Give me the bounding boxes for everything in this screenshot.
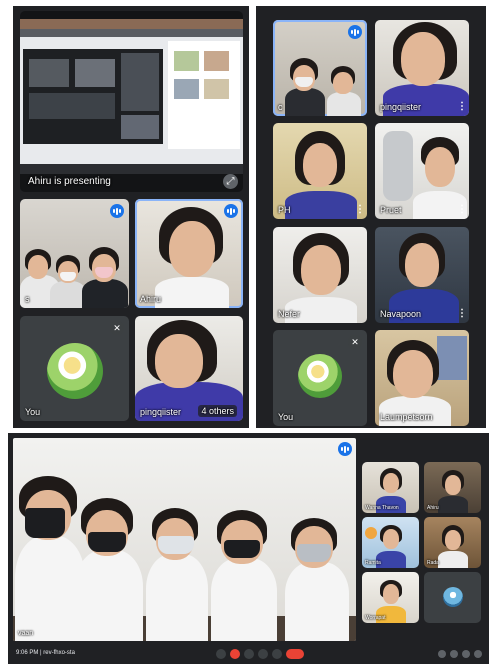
person	[285, 131, 357, 219]
thumbnail-tile[interactable]: Rada	[424, 517, 481, 568]
shared-document	[168, 41, 240, 149]
thumbnail-tile[interactable]: Worrapat	[362, 572, 419, 623]
participant-name: Pruet	[380, 205, 402, 215]
browser-tabbar	[20, 19, 243, 29]
participant-tile-laumpetsorn[interactable]: Laumpetsorn	[375, 330, 469, 426]
shared-taskbar	[20, 164, 243, 174]
person	[82, 247, 128, 308]
activities-button[interactable]	[474, 650, 482, 658]
participant-tile-nefer[interactable]: Nefer	[273, 227, 367, 323]
participant-name: You	[278, 412, 294, 422]
participant-tile-navapoon[interactable]: Navapoon ⋮	[375, 227, 469, 323]
participant-name: Navapoon	[380, 309, 422, 319]
present-button[interactable]	[258, 649, 268, 659]
thumbnail-tile-you[interactable]	[424, 572, 481, 623]
participant-name: Wanna Thavon	[365, 505, 399, 511]
participant-name: Ahiru	[140, 294, 162, 304]
presenter-label: Ahiru is presenting	[28, 176, 111, 187]
participant-name: Rada	[427, 560, 439, 566]
others-count[interactable]: 4 others	[198, 405, 237, 417]
control-bar: 9:06 PM | rev-fhxo-sta	[8, 644, 489, 664]
participant-tile-group[interactable]: s	[20, 199, 129, 308]
captions-button[interactable]	[244, 649, 254, 659]
person	[146, 508, 208, 641]
thumbnail-tile[interactable]: Ahiru	[424, 462, 481, 513]
participant-tile-pruet[interactable]: Pruet ⋮	[375, 123, 469, 219]
person	[327, 66, 361, 116]
speaking-indicator-icon	[338, 442, 352, 456]
participant-name: c	[278, 102, 283, 112]
more-options-icon[interactable]: ⋮	[457, 102, 467, 112]
participant-name: pingqiister	[140, 407, 182, 417]
more-options-icon[interactable]: ⋮	[457, 205, 467, 215]
camera-button[interactable]	[230, 649, 240, 659]
background-object	[383, 131, 413, 201]
shared-screen	[20, 19, 243, 174]
meeting-info: 9:06 PM | rev-fhxo-sta	[16, 650, 75, 656]
shared-video-window	[23, 49, 163, 144]
more-options-icon[interactable]: ⋮	[457, 309, 467, 319]
participant-name: Laumpetsorn	[380, 412, 433, 422]
mic-off-icon: ✕	[348, 335, 362, 349]
person	[75, 498, 143, 641]
end-call-icon[interactable]	[286, 649, 304, 659]
participant-name: Ramita	[365, 560, 381, 566]
browser-toolbar	[20, 29, 243, 37]
person	[149, 207, 233, 308]
participant-tile-ahiru[interactable]: Ahiru	[135, 199, 243, 308]
chat-button[interactable]	[462, 650, 470, 658]
participant-name: You	[25, 407, 41, 417]
participant-name: Nefer	[278, 309, 301, 319]
person	[438, 525, 468, 568]
person	[438, 470, 468, 513]
person	[211, 510, 277, 641]
participant-tile-you[interactable]: ✕ You	[20, 316, 129, 421]
person	[285, 58, 325, 116]
mic-off-icon: ✕	[110, 321, 124, 335]
avatar-icon	[47, 343, 103, 399]
main-video-tile[interactable]: vaan	[13, 438, 356, 641]
more-options-icon[interactable]: ⋮	[355, 205, 365, 215]
more-options-icon[interactable]	[272, 649, 282, 659]
participant-name: pingqiister	[380, 102, 422, 112]
avatar-icon	[443, 587, 463, 607]
participant-tile-ph[interactable]: PH ⋮	[273, 123, 367, 219]
participant-tile-c[interactable]: c	[273, 20, 367, 116]
meet-panel-top-right: c pingqiister ⋮ PH ⋮ Pruet ⋮ Nefer Navap…	[256, 6, 486, 428]
person	[50, 255, 86, 308]
avatar-icon	[298, 354, 342, 398]
sticker	[365, 527, 377, 539]
participant-name: vaan	[18, 630, 34, 637]
participant-name: PH	[278, 205, 291, 215]
speaking-indicator-icon	[348, 25, 362, 39]
thumbnail-tile[interactable]: Wanna Thavon	[362, 462, 419, 513]
participant-name: Ahiru	[427, 505, 439, 511]
participant-tile-you[interactable]: ✕ You	[273, 330, 367, 426]
person	[285, 518, 349, 641]
participant-name: Worrapat	[365, 615, 386, 621]
participant-name: s	[25, 294, 30, 304]
speaking-indicator-icon	[110, 204, 124, 218]
meet-panel-top-left: Ahiru is presenting ⤢ s Ahiru ✕ You ping…	[13, 6, 249, 428]
meet-panel-bottom: vaan Wanna Thavon Ahiru Ramita Rada Worr…	[8, 433, 489, 664]
presentation-tile[interactable]: Ahiru is presenting ⤢	[20, 11, 243, 192]
info-button[interactable]	[438, 650, 446, 658]
fullscreen-icon[interactable]: ⤢	[223, 174, 238, 189]
participant-tile-pingqiister[interactable]: pingqiister 4 others	[135, 316, 243, 421]
thumbnail-tile[interactable]: Ramita	[362, 517, 419, 568]
people-button[interactable]	[450, 650, 458, 658]
mic-button[interactable]	[216, 649, 226, 659]
participant-tile-pingqiister[interactable]: pingqiister ⋮	[375, 20, 469, 116]
